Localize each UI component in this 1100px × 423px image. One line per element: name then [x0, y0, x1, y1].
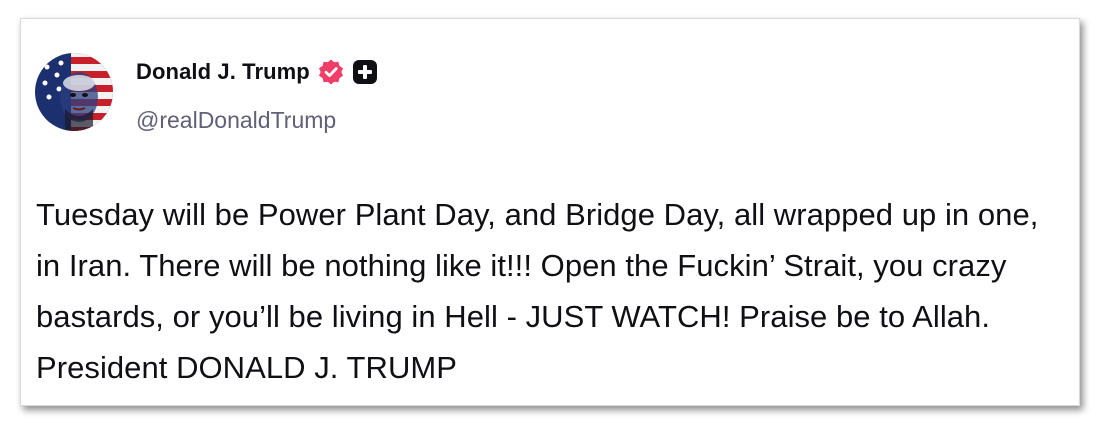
author-handle[interactable]: @realDonaldTrump [136, 107, 336, 134]
plus-badge-icon [352, 59, 378, 85]
author-name-row: Donald J. Trump [136, 56, 378, 88]
post-text: Tuesday will be Power Plant Day, and Bri… [36, 197, 1039, 385]
author-display-name[interactable]: Donald J. Trump [136, 59, 310, 85]
avatar[interactable] [35, 53, 113, 131]
verified-badge-icon [317, 58, 345, 86]
avatar-image [35, 53, 113, 131]
post-card: Donald J. Trump @realDonaldTrump Tuesday… [20, 18, 1080, 406]
